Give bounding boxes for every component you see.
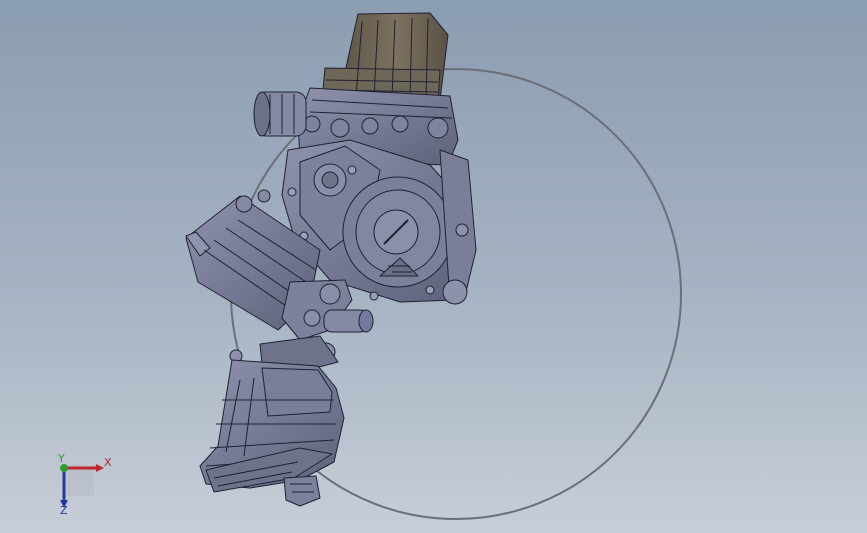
model-view[interactable]: X Y Z (0, 0, 867, 533)
graphics-viewport[interactable]: X Y Z (0, 0, 867, 533)
engine-assembly[interactable] (185, 12, 477, 507)
x-axis-label: X (104, 456, 112, 469)
lower-intake-body[interactable] (199, 359, 345, 493)
z-axis-label: Z (60, 504, 68, 517)
reference-triad: X Y Z (57, 452, 112, 517)
bottom-nozzle[interactable] (283, 475, 321, 507)
y-axis-dot (60, 464, 68, 472)
side-cylinder[interactable] (253, 91, 307, 137)
y-axis-label: Y (57, 452, 65, 465)
